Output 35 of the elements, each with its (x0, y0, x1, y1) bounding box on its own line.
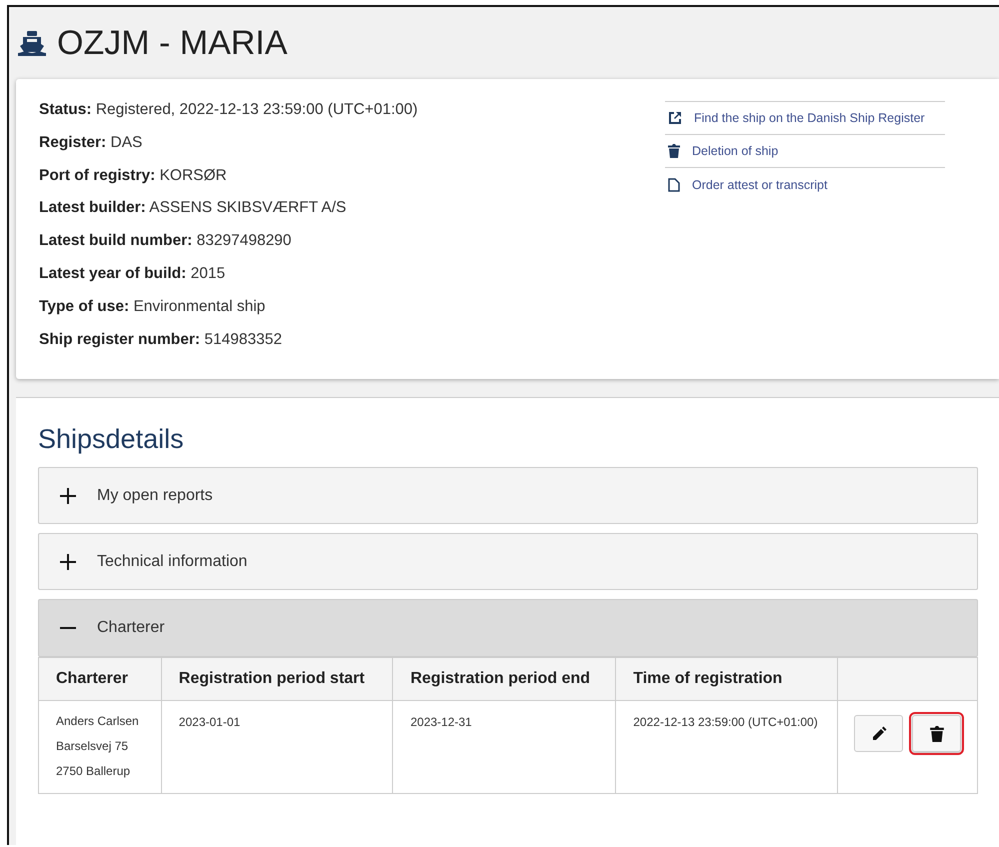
document-icon (668, 178, 680, 192)
info-field: Port of registry: KORSØR (39, 166, 665, 200)
table-cell: 2022-12-13 23:59:00 (UTC+01:00) (616, 700, 838, 794)
sidebar-link[interactable]: Find the ship on the Danish Ship Register (694, 111, 925, 125)
sidebar-link[interactable]: Deletion of ship (692, 144, 778, 158)
accordion-header[interactable]: My open reports (38, 467, 978, 524)
column-header: Time of registration (616, 658, 838, 700)
info-field: Type of use: Environmental ship (39, 298, 665, 331)
charterer-address: Anders Carlsen Barselsvej 75 2750 Ballerup (38, 700, 162, 794)
external-link-icon (668, 111, 682, 125)
delete-button[interactable] (912, 715, 961, 752)
accordion-header[interactable]: Charterer (38, 599, 978, 657)
info-field: Status: Registered, 2022-12-13 23:59:00 (UTC+01:00) (39, 101, 665, 134)
section-title: Shipsdetails (38, 424, 185, 455)
ship-icon (17, 29, 47, 57)
page-title: OZJM - MARIA (57, 24, 288, 62)
info-field: Ship register number: 514983352 (39, 330, 665, 364)
pencil-icon (870, 726, 886, 742)
info-field: Latest builder: ASSENS SKIBSVÆRFT A/S (39, 199, 665, 232)
table-cell: 2023-01-01 (161, 700, 393, 794)
sidebar-link[interactable]: Order attest or transcript (692, 178, 828, 192)
column-header: Registration period start (161, 658, 393, 700)
table-cell: 2023-12-31 (392, 700, 616, 794)
info-field: Register: DAS (39, 134, 665, 167)
column-header: Charterer (38, 658, 162, 700)
trash-icon (668, 144, 680, 158)
trash-icon (930, 726, 944, 742)
info-field: Latest year of build: 2015 (39, 264, 665, 298)
accordion-header[interactable]: Technical information (38, 533, 978, 590)
edit-button[interactable] (854, 715, 903, 752)
info-field: Latest build number: 83297498290 (39, 232, 665, 265)
plus-icon (60, 554, 76, 570)
plus-icon (60, 488, 76, 504)
column-header: Registration period end (392, 658, 616, 700)
minus-icon (60, 627, 76, 629)
